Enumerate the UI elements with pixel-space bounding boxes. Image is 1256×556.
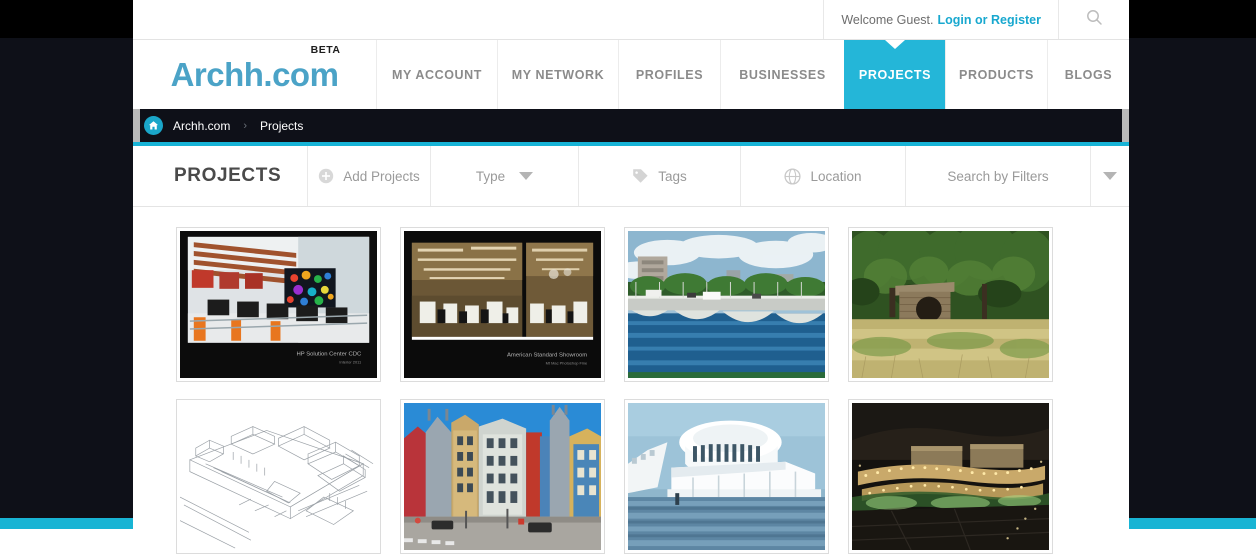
nav-item-projects[interactable]: PROJECTS <box>844 40 945 109</box>
nav-item-businesses[interactable]: BUSINESSES <box>720 40 844 109</box>
chevron-down-icon <box>519 172 534 180</box>
main-navigation: Archh.com BETA MY ACCOUNT MY NETWORK PRO… <box>133 40 1129 109</box>
type-filter-label: Type <box>475 168 506 184</box>
login-register-link[interactable]: Login or Register <box>938 13 1041 27</box>
wooden-cabin-meadow-image <box>852 231 1049 378</box>
breadcrumb-current: Projects <box>260 118 304 133</box>
type-filter-dropdown[interactable]: Type <box>431 146 579 206</box>
add-projects-button[interactable]: Add Projects <box>308 146 431 206</box>
project-card[interactable] <box>624 399 829 554</box>
nav-item-profiles[interactable]: PROFILES <box>618 40 720 109</box>
project-thumbnail: HP Solution Center CDC Interior 2011 <box>180 231 377 378</box>
search-icon <box>1086 9 1103 31</box>
project-card[interactable]: HP Solution Center CDC Interior 2011 <box>176 227 381 382</box>
bridge-river-image <box>628 231 825 378</box>
project-grid: HP Solution Center CDC Interior 2011 Ame… <box>133 207 1129 554</box>
search-by-filters-button[interactable]: Search by Filters <box>906 146 1091 206</box>
breadcrumb-root-link[interactable]: Archh.com <box>173 119 230 133</box>
search-button[interactable] <box>1058 0 1129 39</box>
welcome-box: Welcome Guest. Login or Register <box>823 0 1058 39</box>
tags-filter-label: Tags <box>658 168 687 184</box>
svg-text:Interior 2011: Interior 2011 <box>339 359 361 364</box>
showroom-split-dark-image: American Standard Showroom Mt Mac Photos… <box>404 231 601 378</box>
project-thumbnail <box>404 403 601 550</box>
content-panel: PROJECTS Add Projects Type Tags Location… <box>133 142 1129 556</box>
project-thumbnail <box>628 231 825 378</box>
home-icon[interactable] <box>144 116 163 135</box>
white-terminal-water-image <box>628 403 825 550</box>
project-caption: HP Solution Center CDC <box>297 351 362 357</box>
globe-icon <box>784 167 802 185</box>
utility-bar: Welcome Guest. Login or Register <box>133 0 1129 40</box>
location-filter-button[interactable]: Location <box>741 146 906 206</box>
beta-badge: BETA <box>310 44 341 56</box>
project-thumbnail <box>628 403 825 550</box>
project-card[interactable]: American Standard Showroom Mt Mac Photos… <box>400 227 605 382</box>
project-card[interactable] <box>848 227 1053 382</box>
project-caption: American Standard Showroom <box>507 352 587 358</box>
project-thumbnail: American Standard Showroom Mt Mac Photos… <box>404 231 601 378</box>
project-card[interactable] <box>400 399 605 554</box>
svg-text:Mt Mac Photoshop Fine: Mt Mac Photoshop Fine <box>546 360 588 365</box>
filters-expand-button[interactable] <box>1091 146 1128 206</box>
nav-item-products[interactable]: PRODUCTS <box>945 40 1047 109</box>
project-card[interactable] <box>176 399 381 554</box>
brand-logo[interactable]: Archh.com BETA <box>133 40 376 109</box>
project-card[interactable] <box>624 227 829 382</box>
nav-item-my-network[interactable]: MY NETWORK <box>497 40 618 109</box>
tag-icon <box>632 168 649 184</box>
night-aerial-lights-image <box>852 403 1049 550</box>
welcome-text: Welcome Guest. <box>841 12 934 27</box>
location-filter-label: Location <box>810 168 862 184</box>
line-drawing-complex-image <box>180 403 377 550</box>
plus-circle-icon <box>318 168 334 184</box>
nav-item-blogs[interactable]: BLOGS <box>1047 40 1129 109</box>
tags-filter-button[interactable]: Tags <box>579 146 741 206</box>
search-by-filters-label: Search by Filters <box>947 168 1049 184</box>
nav-item-my-account[interactable]: MY ACCOUNT <box>376 40 497 109</box>
street-buildings-image <box>404 403 601 550</box>
project-thumbnail <box>180 403 377 550</box>
chevron-down-icon <box>1102 172 1117 180</box>
project-thumbnail <box>852 231 1049 378</box>
brand-wordmark-text: Archh.com BETA <box>170 45 340 93</box>
interior-showroom-dark-image: HP Solution Center CDC Interior 2011 <box>180 231 377 378</box>
project-card[interactable] <box>848 399 1053 554</box>
project-thumbnail <box>852 403 1049 550</box>
breadcrumb-separator-icon: › <box>243 119 248 132</box>
add-projects-label: Add Projects <box>343 168 420 184</box>
brand-name: Archh.com <box>170 56 339 93</box>
filter-toolbar: PROJECTS Add Projects Type Tags Location… <box>133 146 1129 207</box>
breadcrumb: Archh.com › Projects <box>133 109 1129 142</box>
page-shell: Welcome Guest. Login or Register Archh.c… <box>133 0 1129 556</box>
page-title: PROJECTS <box>133 146 308 206</box>
